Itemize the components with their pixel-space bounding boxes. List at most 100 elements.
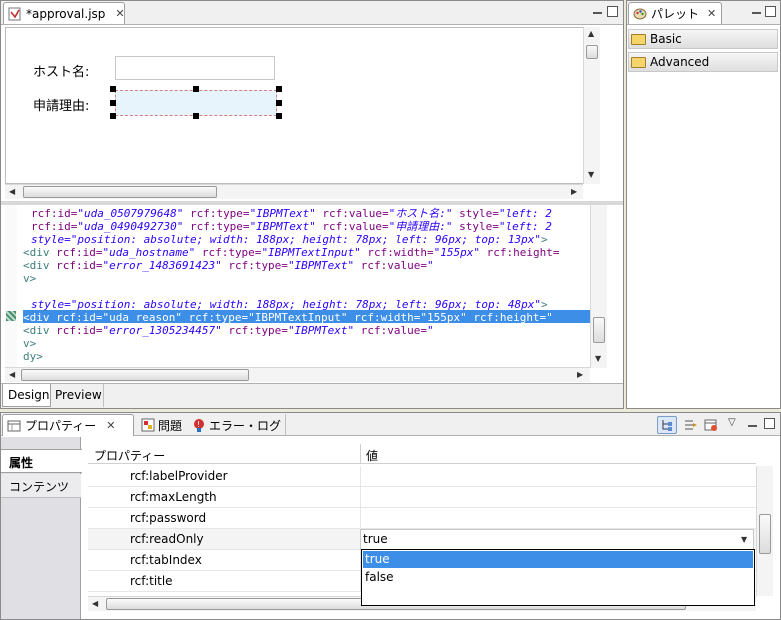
resize-handle[interactable] [276, 100, 282, 106]
table-row-selected[interactable]: rcf:readOnly true ▼ [88, 529, 756, 550]
chevron-down-icon[interactable]: ▼ [741, 535, 747, 544]
error-log-icon: ! [192, 418, 206, 432]
editor-tab-title: *approval.jsp [26, 6, 106, 21]
problems-icon [141, 418, 155, 432]
column-header-property[interactable]: プロパティー [94, 447, 165, 464]
scroll-left-icon[interactable]: ◀ [92, 600, 98, 608]
code-line: v> [23, 337, 37, 350]
tab-problems-label: 問題 [158, 418, 183, 433]
resize-handle[interactable] [276, 113, 282, 119]
scroll-right-icon[interactable]: ▶ [577, 371, 583, 379]
code-line: v> [23, 272, 37, 285]
view-menu-icon[interactable]: ▽ [728, 417, 736, 428]
palette-drawer-label: Advanced [650, 55, 710, 69]
palette-drawer-advanced[interactable]: Advanced [628, 52, 778, 72]
maximize-icon[interactable] [607, 6, 618, 17]
resize-handle[interactable] [276, 86, 282, 92]
bookmark-marker [6, 311, 16, 321]
scroll-thumb[interactable] [593, 317, 605, 343]
property-name: rcf:maxLength [130, 490, 217, 504]
folder-icon [631, 56, 646, 68]
resize-handle[interactable] [193, 113, 199, 119]
column-divider [360, 487, 361, 508]
dropdown-option-label: false [365, 570, 394, 584]
tab-problems[interactable]: 問題 [137, 414, 186, 436]
column-divider [360, 508, 361, 529]
scroll-thumb[interactable] [23, 186, 217, 198]
tab-error-log[interactable]: ! エラー・ログ [188, 414, 287, 436]
resize-handle[interactable] [110, 100, 116, 106]
minimize-icon[interactable] [748, 425, 757, 427]
tab-properties[interactable]: プロパティー ✕ [2, 414, 134, 436]
scroll-down-icon[interactable]: ▼ [588, 171, 594, 179]
code-line: <div rcf:id="error_1483691423" rcf:type=… [23, 259, 434, 272]
folder-icon [631, 33, 646, 45]
scroll-up-icon[interactable]: ▲ [588, 30, 594, 38]
tab-error-log-label: エラー・ログ [209, 418, 282, 433]
scroll-thumb[interactable] [759, 514, 771, 554]
tab-properties-label: プロパティー [25, 419, 97, 433]
code-line: <div rcf:id="uda_hostname" rcf:type="IBP… [23, 246, 560, 259]
properties-vscrollbar[interactable] [756, 466, 773, 596]
dropdown-option-true[interactable]: true [363, 551, 753, 568]
side-tab-attributes[interactable]: 属性 [1, 449, 82, 473]
column-header-value[interactable]: 値 [366, 447, 378, 464]
source-pane[interactable]: rcf:id="uda_0507979648" rcf:type="IBPMTe… [5, 205, 590, 368]
scroll-right-icon[interactable]: ▶ [571, 188, 577, 196]
design-hscrollbar[interactable]: ◀ ▶ [5, 184, 583, 199]
scroll-down-icon[interactable]: ▼ [595, 355, 601, 363]
code-line: dy> [23, 350, 43, 363]
table-row[interactable]: rcf:maxLength [88, 487, 756, 508]
hostname-input[interactable] [115, 56, 275, 80]
resize-handle[interactable] [110, 86, 116, 92]
source-hscrollbar[interactable]: ◀ ▶ [5, 367, 590, 382]
value-combo[interactable]: true ▼ [360, 529, 754, 550]
column-divider[interactable] [360, 444, 361, 464]
code-line: style="position: absolute; width: 188px;… [31, 233, 548, 246]
scroll-left-icon[interactable]: ◀ [9, 371, 15, 379]
show-categories-icon[interactable] [657, 416, 677, 434]
tab-preview[interactable]: Preview [52, 384, 104, 407]
show-advanced-icon[interactable] [683, 417, 699, 436]
scroll-left-icon[interactable]: ◀ [9, 188, 15, 196]
reason-label: 申請理由: [33, 99, 90, 114]
code-line: rcf:id="uda_0490492730" rcf:type="IBPMTe… [31, 220, 552, 233]
property-table-header: プロパティー 値 [88, 444, 756, 464]
maximize-icon[interactable] [764, 418, 775, 429]
palette-icon [633, 7, 647, 21]
side-tab-contents[interactable]: コンテンツ [1, 474, 81, 498]
properties-icon [7, 419, 21, 433]
property-name: rcf:readOnly [130, 532, 204, 546]
editor-tab[interactable]: *approval.jsp ✕ [3, 2, 125, 24]
side-tab-attributes-label: 属性 [9, 456, 34, 470]
property-value: true [363, 532, 388, 546]
hostname-label: ホスト名: [33, 65, 90, 80]
scroll-thumb[interactable] [586, 45, 598, 59]
maximize-icon[interactable] [765, 6, 776, 17]
table-row[interactable]: rcf:password [88, 508, 756, 529]
property-name: rcf:password [130, 511, 207, 525]
design-canvas[interactable]: ホスト名: 申請理由: [5, 27, 586, 184]
tab-design[interactable]: Design [2, 384, 51, 407]
close-icon[interactable]: ✕ [106, 419, 115, 432]
restore-defaults-icon[interactable] [703, 417, 719, 436]
close-icon[interactable]: ✕ [115, 7, 124, 20]
readonly-dropdown-list: true false [361, 549, 755, 606]
tab-design-label: Design [8, 388, 50, 402]
minimize-icon[interactable] [752, 12, 761, 14]
palette-tab[interactable]: パレット ✕ [628, 2, 722, 24]
table-row[interactable]: rcf:labelProvider [88, 466, 756, 487]
palette-drawer-basic[interactable]: Basic [628, 29, 778, 49]
minimize-icon[interactable] [593, 12, 602, 14]
design-vscrollbar[interactable]: ▲ ▼ [583, 27, 600, 184]
dropdown-option-false[interactable]: false [363, 569, 753, 586]
code-line: rcf:id="uda_0507979648" rcf:type="IBPMTe… [31, 207, 552, 220]
close-icon[interactable]: ✕ [707, 7, 716, 20]
resize-handle[interactable] [110, 113, 116, 119]
code-line: <div rcf:id="error_1305234457" rcf:type=… [23, 324, 434, 337]
property-name: rcf:tabIndex [130, 553, 202, 567]
resize-handle[interactable] [193, 86, 199, 92]
source-vscrollbar[interactable]: ▼ [590, 205, 607, 368]
scroll-thumb[interactable] [21, 369, 249, 381]
property-name: rcf:title [130, 574, 173, 588]
